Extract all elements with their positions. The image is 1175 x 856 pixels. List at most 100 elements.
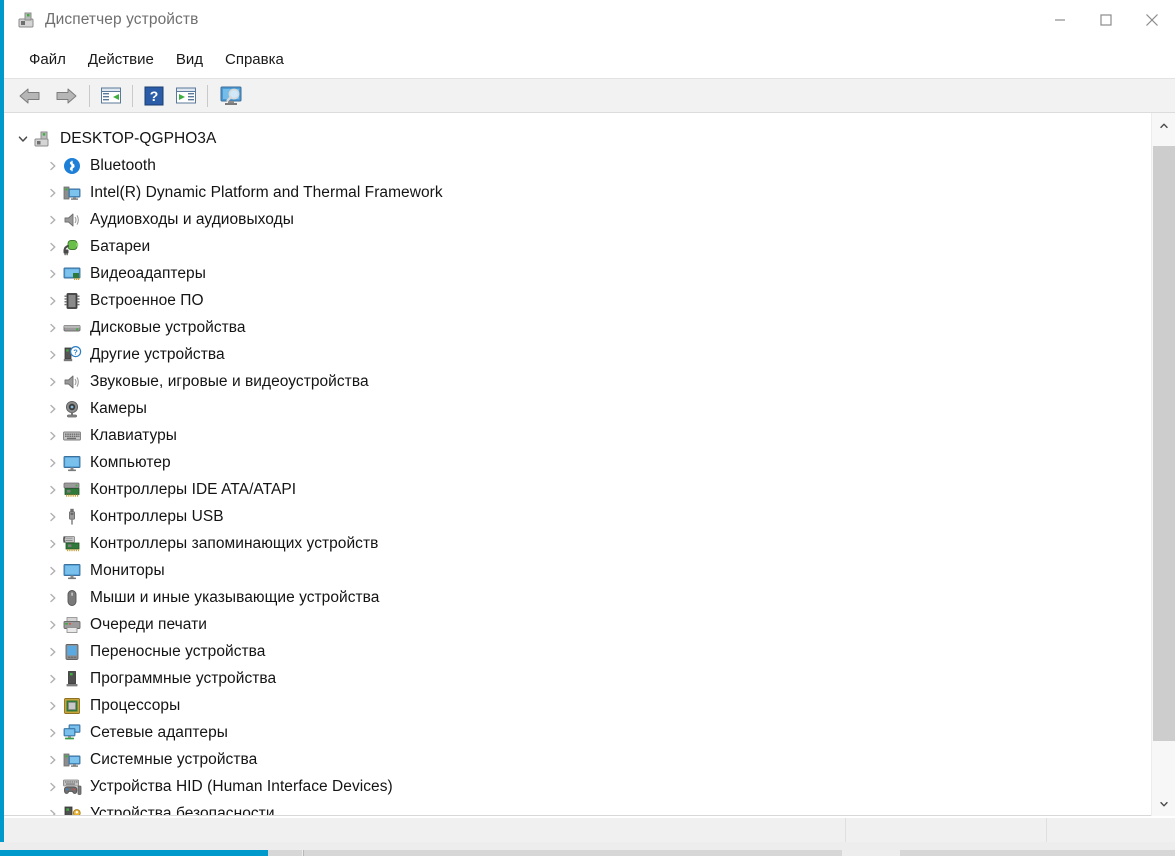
title-bar-left: Диспетчер устройств <box>16 0 198 40</box>
tree-item-hid-devices[interactable]: Устройства HID (Human Interface Devices) <box>4 773 1150 800</box>
tree-item-label: Другие устройства <box>90 345 225 363</box>
tree-item-other-devices[interactable]: ? Другие устройства <box>4 341 1150 368</box>
tree-item-portable-devices[interactable]: Переносные устройства <box>4 638 1150 665</box>
chevron-down-icon[interactable] <box>14 125 32 152</box>
taskbar-item[interactable] <box>900 850 1175 856</box>
menu-item-view[interactable]: Вид <box>165 48 214 71</box>
tree-item-label: Контроллеры запоминающих устройств <box>90 534 379 552</box>
chevron-right-icon[interactable] <box>44 152 62 179</box>
tree-item-software-devices[interactable]: Программные устройства <box>4 665 1150 692</box>
tree-item-label: Сетевые адаптеры <box>90 723 228 741</box>
tree-item-label: Звуковые, игровые и видеоустройства <box>90 372 369 390</box>
chevron-right-icon[interactable] <box>44 557 62 584</box>
tree-item-audio-inputs-outputs[interactable]: Аудиовходы и аудиовыходы <box>4 206 1150 233</box>
menu-item-help[interactable]: Справка <box>214 48 295 71</box>
chevron-right-icon[interactable] <box>44 368 62 395</box>
chevron-right-icon[interactable] <box>44 206 62 233</box>
hid-icon <box>62 777 82 797</box>
system-device-icon <box>62 183 82 203</box>
chevron-right-icon[interactable] <box>44 530 62 557</box>
tree-item-ide-controllers[interactable]: Контроллеры IDE ATA/ATAPI <box>4 476 1150 503</box>
show-hidden-devices-button[interactable] <box>170 81 202 111</box>
maximize-button[interactable] <box>1083 0 1129 40</box>
tree-item-label: Intel(R) Dynamic Platform and Thermal Fr… <box>90 183 443 201</box>
taskbar-item[interactable] <box>304 850 842 856</box>
tree-item-network-adapters[interactable]: Сетевые адаптеры <box>4 719 1150 746</box>
tree-item-monitors[interactable]: Мониторы <box>4 557 1150 584</box>
chevron-right-icon[interactable] <box>44 179 62 206</box>
tree-item-keyboards[interactable]: Клавиатуры <box>4 422 1150 449</box>
tree-item-computer[interactable]: Компьютер <box>4 449 1150 476</box>
storage-controller-icon <box>62 534 82 554</box>
scrollbar-thumb[interactable] <box>1153 146 1175 741</box>
chevron-right-icon[interactable] <box>44 692 62 719</box>
tree-item-security-devices[interactable]: Устройства безопасности <box>4 800 1150 816</box>
tree-item-bluetooth[interactable]: Bluetooth <box>4 152 1150 179</box>
tree-item-label: Мониторы <box>90 561 165 579</box>
chevron-right-icon[interactable] <box>44 584 62 611</box>
chevron-right-icon[interactable] <box>44 287 62 314</box>
tree-item-disk-drives[interactable]: Дисковые устройства <box>4 314 1150 341</box>
menu-item-file[interactable]: Файл <box>18 48 77 71</box>
tree-item-display-adapters[interactable]: Видеоадаптеры <box>4 260 1150 287</box>
help-button[interactable]: ? <box>138 81 170 111</box>
chevron-right-icon[interactable] <box>44 773 62 800</box>
device-tree-panel: DESKTOP-QGPHO3A Bluetooth Intel(R) Dynam… <box>4 113 1175 816</box>
battery-icon <box>62 237 82 257</box>
chevron-right-icon[interactable] <box>44 260 62 287</box>
chevron-right-icon[interactable] <box>44 611 62 638</box>
chevron-right-icon[interactable] <box>44 638 62 665</box>
menu-item-action[interactable]: Действие <box>77 48 165 71</box>
chevron-right-icon[interactable] <box>44 476 62 503</box>
chevron-right-icon[interactable] <box>44 719 62 746</box>
chevron-right-icon[interactable] <box>44 665 62 692</box>
scan-hardware-changes-button[interactable] <box>213 81 249 111</box>
ide-controller-icon <box>62 480 82 500</box>
bluetooth-icon <box>62 156 82 176</box>
tree-item-print-queues[interactable]: Очереди печати <box>4 611 1150 638</box>
tree-root-item[interactable]: DESKTOP-QGPHO3A <box>4 125 1150 152</box>
chevron-right-icon[interactable] <box>44 233 62 260</box>
toolbar-separator <box>132 84 133 107</box>
tree-item-label: Очереди печати <box>90 615 207 633</box>
taskbar-item[interactable] <box>268 850 302 856</box>
tree-item-usb-controllers[interactable]: Контроллеры USB <box>4 503 1150 530</box>
scroll-up-button[interactable] <box>1152 113 1175 138</box>
minimize-button[interactable] <box>1037 0 1083 40</box>
scroll-down-button[interactable] <box>1152 791 1175 816</box>
device-manager-window: Диспетчер устройств Файл Действие Вид Сп… <box>0 0 1175 856</box>
tree-item-storage-controllers[interactable]: Контроллеры запоминающих устройств <box>4 530 1150 557</box>
chevron-right-icon[interactable] <box>44 341 62 368</box>
tree-item-label: Устройства безопасности <box>90 804 275 816</box>
chevron-right-icon[interactable] <box>44 800 62 815</box>
chevron-right-icon[interactable] <box>44 422 62 449</box>
forward-button[interactable] <box>48 81 84 111</box>
chevron-right-icon[interactable] <box>44 746 62 773</box>
tree-item-firmware[interactable]: Встроенное ПО <box>4 287 1150 314</box>
chevron-right-icon[interactable] <box>44 449 62 476</box>
tree-item-system-devices[interactable]: Системные устройства <box>4 746 1150 773</box>
vertical-scrollbar[interactable] <box>1151 113 1175 816</box>
tree-item-batteries[interactable]: Батареи <box>4 233 1150 260</box>
disk-drive-icon <box>62 318 82 338</box>
tree-item-mice[interactable]: Мыши и иные указывающие устройства <box>4 584 1150 611</box>
tree-item-sound-video-game[interactable]: Звуковые, игровые и видеоустройства <box>4 368 1150 395</box>
back-button[interactable] <box>12 81 48 111</box>
chevron-right-icon[interactable] <box>44 503 62 530</box>
tree-item-processors[interactable]: Процессоры <box>4 692 1150 719</box>
toolbar-separator <box>89 84 90 107</box>
processor-chip-icon <box>62 696 82 716</box>
computer-root-icon <box>32 129 52 149</box>
chevron-right-icon[interactable] <box>44 314 62 341</box>
device-tree: DESKTOP-QGPHO3A Bluetooth Intel(R) Dynam… <box>4 113 1150 816</box>
menu-bar: Файл Действие Вид Справка <box>4 40 1175 78</box>
properties-button[interactable] <box>95 81 127 111</box>
tree-item-label: Встроенное ПО <box>90 291 204 309</box>
close-button[interactable] <box>1129 0 1175 40</box>
tree-item-intel-dptf[interactable]: Intel(R) Dynamic Platform and Thermal Fr… <box>4 179 1150 206</box>
tree-item-label: Клавиатуры <box>90 426 177 444</box>
taskbar-active-indicator <box>0 850 268 856</box>
unknown-device-icon: ? <box>62 345 82 365</box>
tree-item-cameras[interactable]: Камеры <box>4 395 1150 422</box>
chevron-right-icon[interactable] <box>44 395 62 422</box>
